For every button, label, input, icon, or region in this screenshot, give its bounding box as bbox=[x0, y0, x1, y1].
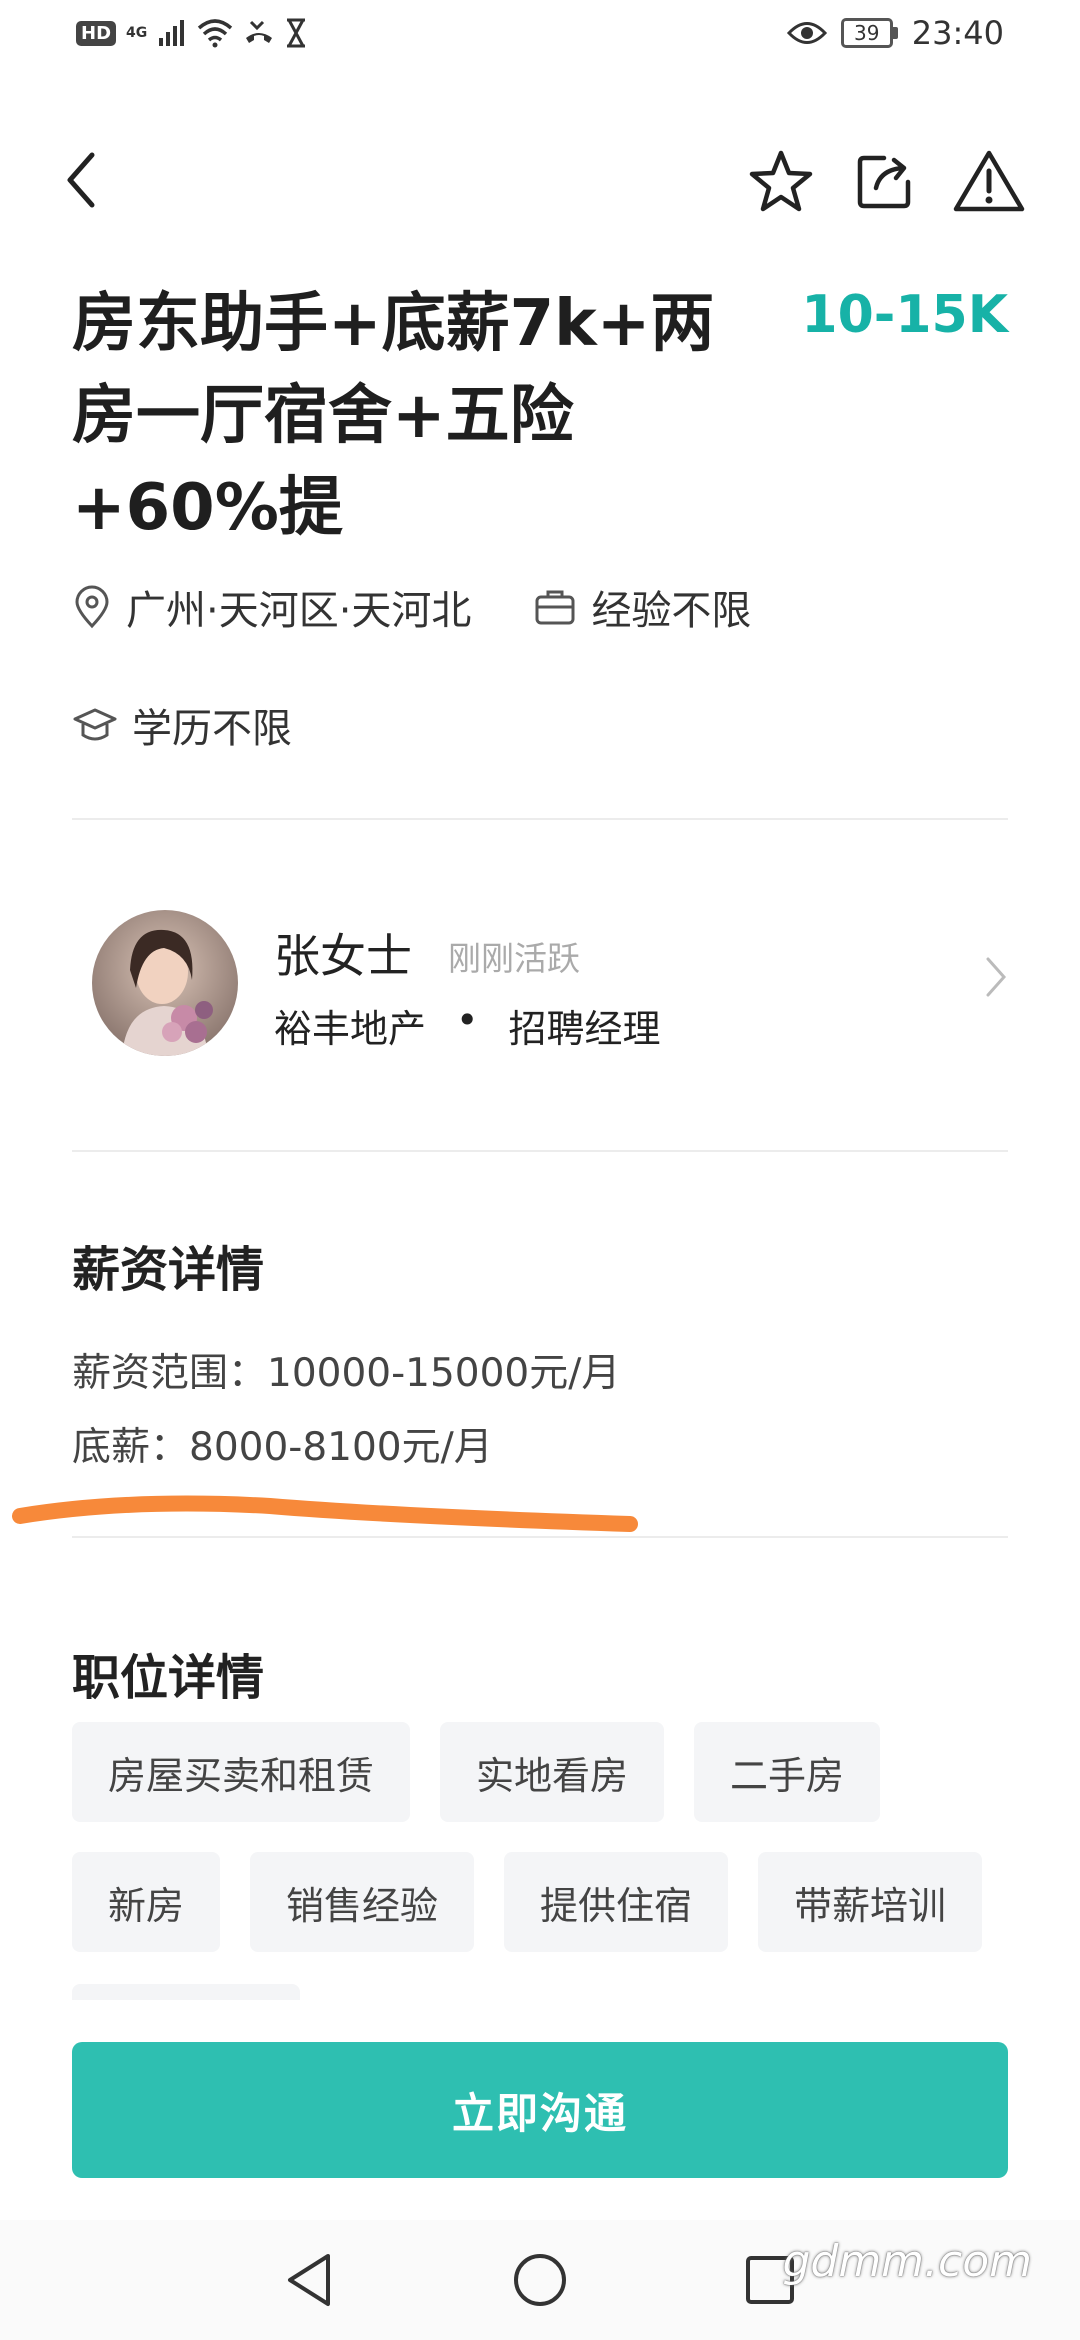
eye-icon bbox=[786, 22, 827, 44]
chat-now-button[interactable]: 立即沟通 bbox=[72, 2042, 1008, 2178]
tag-item-partial bbox=[72, 1984, 300, 2000]
battery-tip bbox=[892, 27, 898, 39]
recruiter-name: 张女士 bbox=[274, 929, 412, 983]
position-tags: 房屋买卖和租赁 实地看房 二手房 新房 销售经验 提供住宿 带薪培训 bbox=[72, 1722, 1022, 1952]
salary-tag: 10-15K bbox=[801, 285, 1008, 345]
location-item: 广州·天河区·天河北 bbox=[72, 578, 471, 636]
tag-item: 提供住宿 bbox=[504, 1852, 729, 1952]
divider bbox=[72, 818, 1008, 820]
job-meta-row: 广州·天河区·天河北 经验不限 bbox=[72, 578, 813, 636]
clock: 23:40 bbox=[911, 14, 1004, 52]
tag-item: 房屋买卖和租赁 bbox=[72, 1722, 411, 1822]
signal-icon bbox=[159, 20, 185, 46]
report-button[interactable] bbox=[953, 145, 1025, 217]
job-meta-row-2: 学历不限 bbox=[72, 696, 354, 754]
wifi-icon bbox=[198, 19, 233, 48]
base-salary: 底薪：8000-8100元/月 bbox=[72, 1425, 493, 1470]
company-name: 裕丰地产 bbox=[274, 1007, 427, 1051]
job-title: 房东助手+底薪7k+两房一厅宿舍+五险+60%提 bbox=[72, 287, 715, 545]
divider bbox=[72, 1150, 1008, 1152]
top-actions bbox=[745, 145, 1025, 217]
experience-item: 经验不限 bbox=[533, 578, 751, 636]
briefcase-icon bbox=[535, 590, 575, 625]
recruiter-role: 招聘经理 bbox=[508, 1007, 661, 1051]
hd-badge: HD bbox=[76, 20, 117, 46]
back-button[interactable] bbox=[60, 145, 110, 215]
recruiter-chevron bbox=[984, 955, 1008, 1003]
warning-icon bbox=[953, 150, 1025, 212]
tag-item: 二手房 bbox=[694, 1722, 881, 1822]
salary-section-title: 薪资详情 bbox=[72, 1242, 265, 1298]
tag-item: 新房 bbox=[72, 1852, 221, 1952]
education-text: 学历不限 bbox=[132, 706, 292, 752]
recruiter-card[interactable]: 张女士 刚刚活跃 裕丰地产 • 招聘经理 bbox=[72, 880, 1008, 1080]
experience-text: 经验不限 bbox=[591, 588, 752, 634]
battery-indicator: 39 bbox=[840, 18, 898, 48]
star-icon bbox=[749, 150, 813, 212]
status-right: 39 23:40 bbox=[786, 14, 1004, 52]
favorite-button[interactable] bbox=[745, 145, 817, 217]
network-type: 4G bbox=[126, 25, 148, 41]
tag-item: 实地看房 bbox=[440, 1722, 665, 1822]
status-bar: HD 4G 39 23:40 bbox=[0, 0, 1080, 80]
share-icon bbox=[857, 155, 911, 209]
location-text: 广州·天河区·天河北 bbox=[126, 588, 472, 634]
back-triangle-icon[interactable] bbox=[282, 2250, 338, 2310]
location-pin-icon bbox=[75, 585, 109, 629]
separator-dot: • bbox=[456, 998, 479, 1042]
graduation-cap-icon bbox=[73, 708, 117, 741]
divider bbox=[72, 1536, 1008, 1538]
watermark: gdmm.com bbox=[782, 2236, 1032, 2287]
recruiter-status: 刚刚活跃 bbox=[448, 939, 580, 978]
battery-level: 39 bbox=[840, 18, 893, 48]
position-section-title: 职位详情 bbox=[72, 1650, 265, 1706]
missed-call-icon bbox=[246, 20, 273, 43]
status-left: HD 4G bbox=[76, 18, 307, 48]
back-arrow-icon bbox=[67, 152, 95, 208]
avatar bbox=[92, 910, 238, 1056]
highlight-stroke bbox=[12, 1495, 638, 1532]
salary-range: 薪资范围：10000-15000元/月 bbox=[72, 1351, 621, 1396]
tag-item: 销售经验 bbox=[250, 1852, 475, 1952]
education-item: 学历不限 bbox=[72, 696, 292, 754]
hourglass-icon bbox=[287, 18, 306, 48]
recruiter-company-line: 裕丰地产 • 招聘经理 bbox=[274, 998, 660, 1053]
chevron-right-icon bbox=[986, 957, 1007, 997]
share-button[interactable] bbox=[849, 145, 921, 217]
home-circle-icon[interactable] bbox=[510, 2250, 570, 2310]
tag-item: 带薪培训 bbox=[758, 1852, 983, 1952]
